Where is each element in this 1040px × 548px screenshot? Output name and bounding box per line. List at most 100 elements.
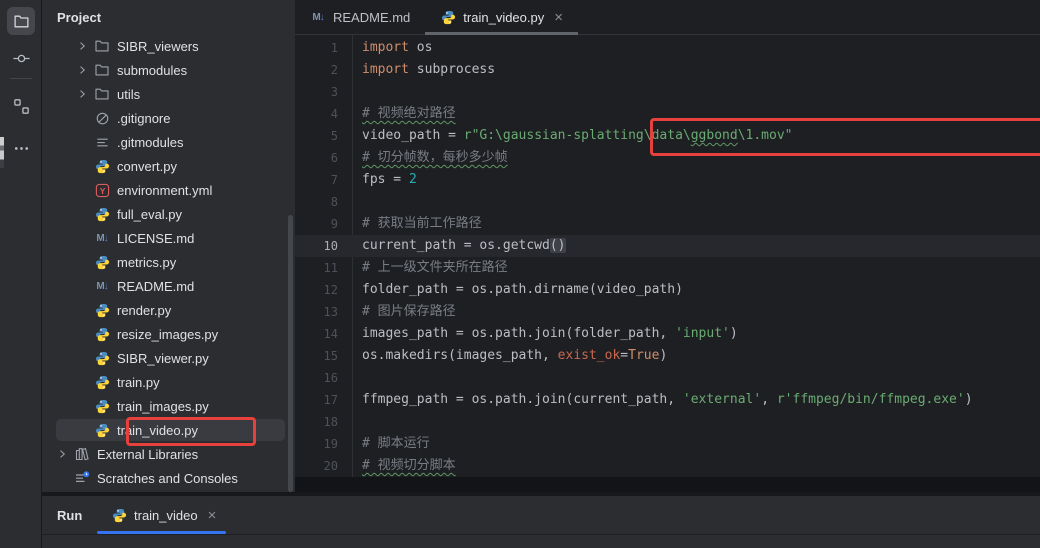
tree-item-label: .gitignore	[117, 111, 170, 126]
tree-item-label: train.py	[117, 375, 160, 390]
line-number[interactable]: 8	[295, 191, 352, 213]
code-text: fps = 2	[352, 169, 417, 191]
tree-item-license-md[interactable]: M↓LICENSE.md	[42, 226, 295, 250]
tree-item-scratches-and-consoles[interactable]: Scratches and Consoles	[42, 466, 295, 490]
library-icon	[74, 446, 90, 462]
tree-item-label: full_eval.py	[117, 207, 182, 222]
close-icon[interactable]: ×	[554, 10, 563, 25]
tree-item-train-py[interactable]: train.py	[42, 370, 295, 394]
tree-item-convert-py[interactable]: convert.py	[42, 154, 295, 178]
line-number[interactable]: 16	[295, 367, 352, 389]
python-icon	[94, 254, 110, 270]
tree-item-readme-md[interactable]: M↓ README.md	[42, 274, 295, 298]
project-folder-icon[interactable]	[7, 7, 35, 35]
screen-edge-artifact	[0, 137, 4, 168]
tree-item-label: SIBR_viewer.py	[117, 351, 209, 366]
tree-item-label: convert.py	[117, 159, 177, 174]
chevron-right-icon[interactable]	[74, 88, 90, 100]
editor-tab-train-video-py[interactable]: train_video.py ×	[425, 0, 578, 34]
tree-item-sibr-viewers[interactable]: SIBR_viewers	[42, 34, 295, 58]
run-tab-label: train_video	[134, 508, 198, 523]
tree-item-sibr-viewer-py[interactable]: SIBR_viewer.py	[42, 346, 295, 370]
python-icon	[94, 158, 110, 174]
line-number[interactable]: 17	[295, 389, 352, 411]
line-number[interactable]: 5	[295, 125, 352, 147]
tree-item-label: LICENSE.md	[117, 231, 194, 246]
line-number[interactable]: 1	[295, 37, 352, 59]
tree-item-label: train_images.py	[117, 399, 209, 414]
line-number[interactable]: 13	[295, 301, 352, 323]
line-number[interactable]: 14	[295, 323, 352, 345]
line-number[interactable]: 12	[295, 279, 352, 301]
python-icon	[440, 9, 456, 25]
tree-item-label: render.py	[117, 303, 171, 318]
tree-item-utils[interactable]: utils	[42, 82, 295, 106]
chevron-right-icon[interactable]	[74, 64, 90, 76]
tree-item-train-images-py[interactable]: train_images.py	[42, 394, 295, 418]
project-tree-scrollbar[interactable]	[288, 215, 293, 492]
line-number[interactable]: 20	[295, 455, 352, 477]
tree-item-gitmodules[interactable]: .gitmodules	[42, 130, 295, 154]
tree-item-environment-yml[interactable]: Yenvironment.yml	[42, 178, 295, 202]
tree-item-submodules[interactable]: submodules	[42, 58, 295, 82]
stripe-divider	[10, 78, 32, 79]
line-number[interactable]: 18	[295, 411, 352, 433]
folder-icon	[94, 86, 110, 102]
more-tools-icon[interactable]	[7, 134, 35, 162]
code-line: 17ffmpeg_path = os.path.join(current_pat…	[295, 389, 1040, 411]
editor-tab-bar: M↓README.md train_video.py ×	[295, 0, 1040, 35]
project-panel-header[interactable]: Project	[42, 0, 295, 34]
project-tree: SIBR_viewerssubmodulesutils .gitignore .gi…	[42, 34, 295, 490]
tree-item-render-py[interactable]: render.py	[42, 298, 295, 322]
tree-item-train-video-py[interactable]: train_video.py	[42, 418, 295, 442]
code-line: 3	[295, 81, 1040, 103]
line-number[interactable]: 19	[295, 433, 352, 455]
tree-item-label: metrics.py	[117, 255, 176, 270]
run-tab-train-video[interactable]: train_video ×	[97, 496, 226, 534]
code-text: # 上一级文件夹所在路径	[352, 257, 508, 279]
line-number[interactable]: 9	[295, 213, 352, 235]
code-line: 19# 脚本运行	[295, 433, 1040, 455]
code-line: 20# 视频切分脚本	[295, 455, 1040, 477]
yaml-icon: Y	[94, 182, 110, 198]
line-number[interactable]: 7	[295, 169, 352, 191]
code-line: 15os.makedirs(images_path, exist_ok=True…	[295, 345, 1040, 367]
code-editor[interactable]: 1import os2import subprocess34# 视频绝对路径5v…	[295, 35, 1040, 477]
line-number[interactable]: 2	[295, 59, 352, 81]
code-line: 18	[295, 411, 1040, 433]
project-panel: Project SIBR_viewerssubmodulesutils .giti…	[42, 0, 295, 492]
code-line: 10current_path = os.getcwd()	[295, 235, 1040, 257]
code-line: 16	[295, 367, 1040, 389]
commit-icon[interactable]	[7, 44, 35, 72]
editor-tab-label: train_video.py	[463, 10, 544, 25]
tree-item-label: Scratches and Consoles	[97, 471, 238, 486]
code-text: images_path = os.path.join(folder_path, …	[352, 323, 738, 345]
line-number[interactable]: 11	[295, 257, 352, 279]
tree-item-label: environment.yml	[117, 183, 212, 198]
structure-icon[interactable]	[7, 92, 35, 120]
line-number[interactable]: 15	[295, 345, 352, 367]
tree-item-gitignore[interactable]: .gitignore	[42, 106, 295, 130]
line-number[interactable]: 6	[295, 147, 352, 169]
close-icon[interactable]: ×	[208, 508, 217, 523]
tree-item-full-eval-py[interactable]: full_eval.py	[42, 202, 295, 226]
tree-item-metrics-py[interactable]: metrics.py	[42, 250, 295, 274]
line-number[interactable]: 10	[295, 235, 352, 257]
editor-tab-readme-md[interactable]: M↓README.md	[295, 0, 425, 34]
markdown-icon: M↓	[94, 278, 110, 294]
python-icon	[94, 374, 110, 390]
python-icon	[111, 507, 127, 523]
tree-item-external-libraries[interactable]: External Libraries	[42, 442, 295, 466]
line-number[interactable]: 3	[295, 81, 352, 103]
code-line: 1import os	[295, 37, 1040, 59]
tool-window-stripe	[0, 0, 42, 548]
line-number[interactable]: 4	[295, 103, 352, 125]
tree-item-label: README.md	[117, 279, 194, 294]
chevron-right-icon[interactable]	[54, 448, 70, 460]
code-line: 13# 图片保存路径	[295, 301, 1040, 323]
code-text: # 脚本运行	[352, 433, 430, 455]
chevron-right-icon[interactable]	[74, 40, 90, 52]
python-icon	[94, 326, 110, 342]
tree-item-resize-images-py[interactable]: resize_images.py	[42, 322, 295, 346]
code-text: current_path = os.getcwd()	[352, 235, 566, 257]
